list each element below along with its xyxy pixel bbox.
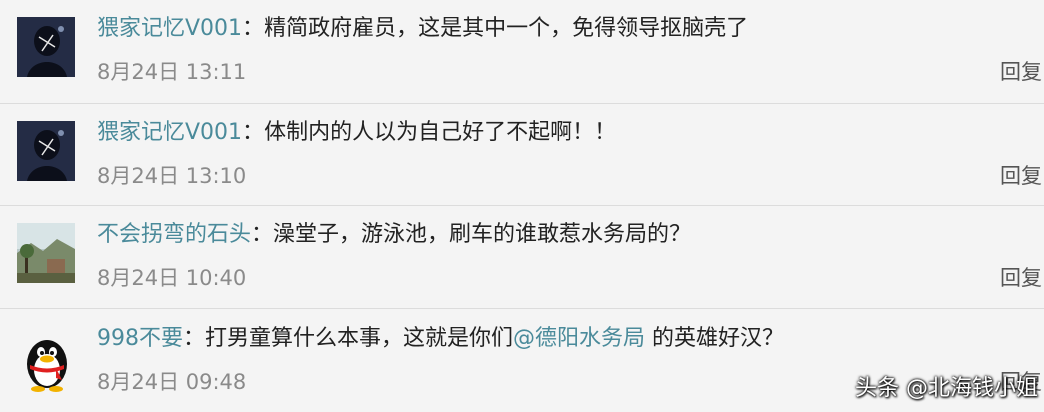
comment-item: 不会拐弯的石头：澡堂子，游泳池，刷车的谁敢惹水务局的？ 8月24日 10:40 … bbox=[0, 206, 1044, 308]
avatar[interactable] bbox=[17, 121, 75, 181]
timestamp: 8月24日 13:10 bbox=[97, 164, 247, 188]
dark-silhouette-avatar-icon bbox=[17, 17, 75, 77]
username-link[interactable]: 不会拐弯的石头 bbox=[97, 222, 251, 247]
comment-text: 的英雄好汉？ bbox=[645, 326, 785, 351]
username-link[interactable]: 猥家记忆V001 bbox=[97, 16, 242, 41]
comment-text: 体制内的人以为自己好了不起啊！！ bbox=[264, 120, 617, 145]
avatar[interactable] bbox=[17, 17, 75, 77]
reply-button[interactable]: 回复 bbox=[1000, 161, 1042, 191]
comment-item: 猥家记忆V001：精简政府雇员，这是其中一个，免得领导抠脑壳了 8月24日 13… bbox=[0, 0, 1044, 102]
reply-button[interactable]: 回复 bbox=[1000, 57, 1042, 87]
comment-text-line: 猥家记忆V001：精简政府雇员，这是其中一个，免得领导抠脑壳了 bbox=[97, 14, 748, 44]
landscape-photo-avatar-icon bbox=[17, 223, 75, 283]
username-link[interactable]: 猥家记忆V001 bbox=[97, 120, 242, 145]
comment-text: 精简政府雇员，这是其中一个，免得领导抠脑壳了 bbox=[264, 16, 749, 41]
comment-item: 998不要：打男童算什么本事，这就是你们@德阳水务局 的英雄好汉？ 8月24日 … bbox=[0, 310, 1044, 412]
comment-text-line: 998不要：打男童算什么本事，这就是你们@德阳水务局 的英雄好汉？ bbox=[97, 324, 784, 354]
comment-text-line: 不会拐弯的石头：澡堂子，游泳池，刷车的谁敢惹水务局的？ bbox=[97, 220, 691, 250]
comment-text-line: 猥家记忆V001：体制内的人以为自己好了不起啊！！ bbox=[97, 118, 616, 148]
timestamp: 8月24日 10:40 bbox=[97, 266, 247, 290]
timestamp: 8月24日 09:48 bbox=[97, 370, 247, 394]
colon-separator: ： bbox=[251, 222, 274, 247]
reply-button[interactable]: 回复 bbox=[1000, 367, 1042, 397]
colon-separator: ： bbox=[242, 120, 265, 145]
username-link[interactable]: 998不要 bbox=[97, 326, 183, 351]
reply-button[interactable]: 回复 bbox=[1000, 263, 1042, 293]
colon-separator: ： bbox=[183, 326, 206, 351]
avatar[interactable] bbox=[17, 223, 75, 283]
timestamp: 8月24日 13:11 bbox=[97, 60, 247, 84]
mention-link[interactable]: @德阳水务局 bbox=[513, 326, 645, 351]
colon-separator: ： bbox=[242, 16, 265, 41]
comment-item: 猥家记忆V001：体制内的人以为自己好了不起啊！！ 8月24日 13:10 回复 bbox=[0, 104, 1044, 206]
dark-silhouette-avatar-icon bbox=[17, 121, 75, 181]
divider bbox=[0, 308, 1044, 309]
comment-text: 打男童算什么本事，这就是你们 bbox=[205, 326, 514, 351]
qq-penguin-avatar-icon bbox=[18, 332, 76, 392]
avatar[interactable] bbox=[18, 332, 76, 392]
comment-text: 澡堂子，游泳池，刷车的谁敢惹水务局的？ bbox=[273, 222, 692, 247]
